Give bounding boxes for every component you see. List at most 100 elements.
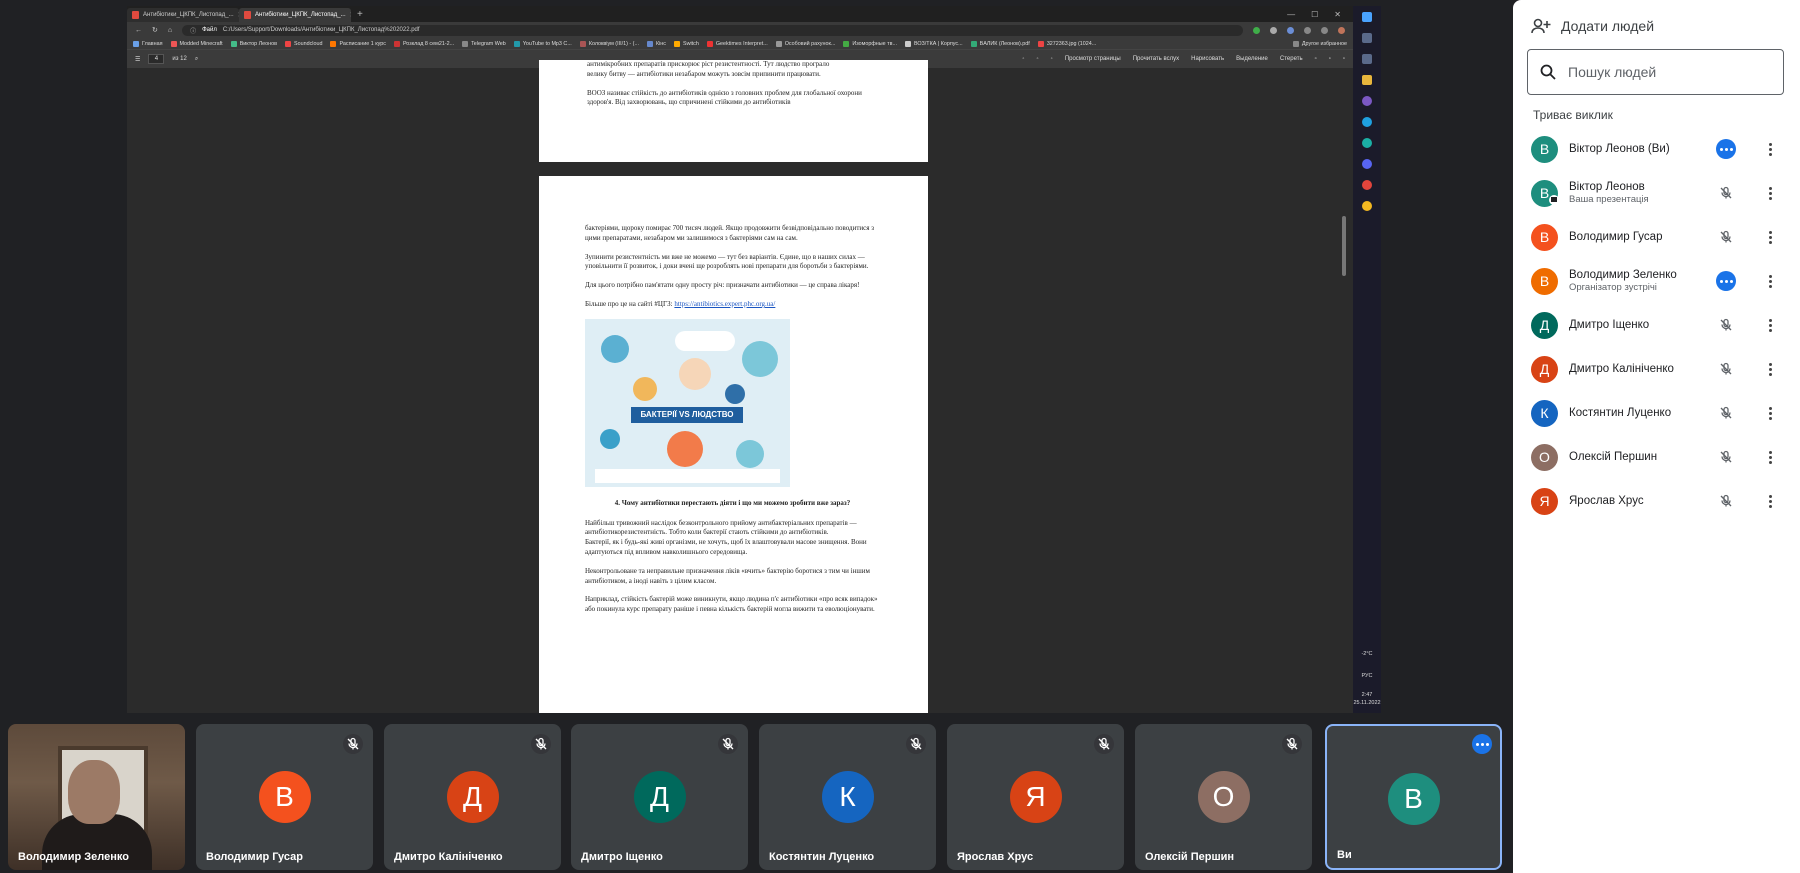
edge-icon[interactable] — [1362, 138, 1372, 148]
participant-tile[interactable]: О Олексій Першин — [1135, 724, 1312, 870]
chrome-icon[interactable] — [1362, 201, 1372, 211]
speaking-indicator[interactable] — [1716, 271, 1736, 291]
more-options-icon[interactable] — [1760, 227, 1780, 247]
participant-row[interactable]: В Володимир Гусар — [1513, 215, 1800, 259]
mic-status[interactable] — [1716, 183, 1736, 203]
more-options-icon[interactable] — [1760, 447, 1780, 467]
mic-status[interactable] — [1716, 491, 1736, 511]
bookmark-item[interactable]: Telegram Web — [462, 40, 506, 47]
bookmark-item[interactable]: Виктор Леонов — [230, 40, 277, 47]
more-options-icon[interactable] — [1760, 139, 1780, 159]
participant-tile[interactable]: В Ви — [1325, 724, 1502, 870]
home-icon[interactable]: ⌂ — [168, 27, 172, 34]
bookmark-item[interactable]: ВОЗ/ТКА | Корпус... — [904, 40, 963, 47]
pdf-scrollbar[interactable] — [1341, 68, 1347, 713]
extension-icon[interactable] — [1270, 26, 1277, 34]
participant-row[interactable]: О Олексій Першин — [1513, 435, 1800, 479]
bookmark-item[interactable]: Modded Minecraft — [170, 40, 223, 47]
mic-status[interactable] — [1716, 447, 1736, 467]
participant-tile[interactable]: Д Дмитро Калініченко — [384, 724, 561, 870]
participant-row[interactable]: К Костянтин Луценко — [1513, 391, 1800, 435]
browser-tab[interactable]: Антибіотики_ЦКПК_Листопад_...✕ — [127, 8, 239, 22]
pdf-tool-button[interactable]: Прочитать вслух — [1133, 56, 1179, 62]
settings-icon[interactable]: ▫ — [1343, 56, 1345, 62]
participant-row[interactable]: Д Дмитро Калініченко — [1513, 347, 1800, 391]
extension-icon[interactable] — [1253, 26, 1260, 34]
pdf-tool-button[interactable]: Стереть — [1280, 56, 1303, 62]
bookmark-item[interactable]: Расписание 1 курс — [330, 40, 386, 47]
close-window-icon[interactable]: ✕ — [1334, 10, 1341, 19]
discord-icon[interactable] — [1362, 159, 1372, 169]
pdf-tool-button[interactable]: Выделение — [1236, 56, 1268, 62]
bookmark-item[interactable]: 3272363.jpg (1024... — [1037, 40, 1096, 47]
bookmark-item[interactable]: Изоморфные тв... — [843, 40, 897, 47]
bookmark-item[interactable]: Главная — [133, 40, 163, 47]
fit-icon[interactable]: ◦ — [1051, 56, 1053, 62]
bookmark-item[interactable]: Switch — [673, 40, 699, 47]
start-icon[interactable] — [1362, 12, 1372, 22]
bookmark-item[interactable]: YouTube to Mp3 C... — [513, 40, 572, 47]
participant-row[interactable]: В Віктор Леонов (Ви) — [1513, 127, 1800, 171]
skype-icon[interactable] — [1362, 117, 1372, 127]
participant-tile[interactable]: К Костянтин Луценко — [759, 724, 936, 870]
participant-row[interactable]: В Володимир Зеленко Організатор зустрічі — [1513, 259, 1800, 303]
bookmark-item[interactable]: Другое избранное — [1292, 40, 1347, 47]
viber-icon[interactable] — [1362, 96, 1372, 106]
participant-tile[interactable]: Д Дмитро Іщенко — [571, 724, 748, 870]
video-tile[interactable]: Володимир Зеленко — [8, 724, 185, 870]
participant-row[interactable]: Д Дмитро Іщенко — [1513, 303, 1800, 347]
speaking-indicator[interactable] — [1716, 139, 1736, 159]
more-options-icon[interactable] — [1760, 403, 1780, 423]
explorer-icon[interactable] — [1362, 75, 1372, 85]
bookmark-item[interactable]: BAЛИК (Леонов).pdf — [970, 40, 1030, 47]
mic-status[interactable] — [1716, 227, 1736, 247]
pdf-link[interactable]: https://antibiotics.expert.phc.org.ua/ — [674, 300, 775, 308]
language[interactable]: РУС — [1353, 672, 1381, 680]
extension-icon[interactable] — [1287, 26, 1294, 34]
print-icon[interactable]: ▫ — [1315, 56, 1317, 62]
bookmark-item[interactable]: Soundcloud — [285, 40, 322, 47]
pdf-tool-button[interactable]: Просмотр страницы — [1065, 56, 1121, 62]
clock-time[interactable]: 2:47 — [1353, 691, 1381, 699]
search-people-input[interactable] — [1568, 64, 1768, 80]
clock-date[interactable]: 25.11.2022 — [1353, 699, 1381, 707]
more-options-icon[interactable] — [1760, 359, 1780, 379]
profile-icon[interactable] — [1338, 26, 1345, 34]
mic-status[interactable] — [1716, 359, 1736, 379]
extension-icon[interactable] — [1304, 26, 1311, 34]
url-field[interactable]: ⓘ Файл C:/Users/Support/Downloads/Антибі… — [182, 24, 1243, 36]
search-icon[interactable] — [1362, 33, 1372, 43]
minimize-icon[interactable]: — — [1287, 10, 1295, 19]
search-people-box[interactable] — [1527, 49, 1784, 95]
participant-tile[interactable]: Я Ярослав Хрус — [947, 724, 1124, 870]
participant-tile[interactable]: В Володимир Гусар — [196, 724, 373, 870]
add-people-button[interactable]: Додати людей — [1531, 18, 1654, 34]
back-icon[interactable]: ← — [135, 27, 142, 34]
bookmark-item[interactable]: Колоквіум (ІІІ/1) - (... — [579, 40, 639, 47]
maximize-icon[interactable]: ☐ — [1311, 10, 1318, 19]
weather[interactable]: -2°C — [1353, 650, 1381, 658]
more-dots-icon[interactable] — [1472, 734, 1492, 754]
rotate-icon[interactable]: ◦ — [1037, 56, 1039, 62]
participant-row[interactable]: В Віктор Леонов Ваша презентація — [1513, 171, 1800, 215]
mic-status[interactable] — [1716, 403, 1736, 423]
browser-tab-active[interactable]: Антибіотики_ЦКПК_Листопад_...✕ — [239, 8, 351, 22]
mic-status[interactable] — [1716, 315, 1736, 335]
participant-row[interactable]: Я Ярослав Хрус — [1513, 479, 1800, 523]
favorites-icon[interactable] — [1321, 26, 1328, 34]
page-number-input[interactable]: 4 — [148, 54, 165, 64]
more-options-icon[interactable] — [1760, 183, 1780, 203]
refresh-icon[interactable]: ↻ — [152, 26, 158, 34]
more-options-icon[interactable] — [1760, 491, 1780, 511]
search-icon[interactable]: ⌕ — [195, 56, 198, 63]
new-tab-icon[interactable]: + — [351, 9, 369, 20]
bookmark-item[interactable]: Geektimes Interpret... — [706, 40, 768, 47]
chrome-icon[interactable] — [1362, 180, 1372, 190]
zoom-icon[interactable]: ◦ — [1022, 56, 1024, 62]
pdf-viewer[interactable]: антимікробних препаратів прискорює ріст … — [127, 60, 1347, 713]
bookmark-item[interactable]: Розклад 8 сем21-2... — [393, 40, 454, 47]
task-view-icon[interactable] — [1362, 54, 1372, 64]
contents-icon[interactable]: ☰ — [135, 56, 140, 63]
scrollbar-thumb[interactable] — [1342, 216, 1346, 276]
bookmark-item[interactable]: Кінс — [646, 40, 666, 47]
